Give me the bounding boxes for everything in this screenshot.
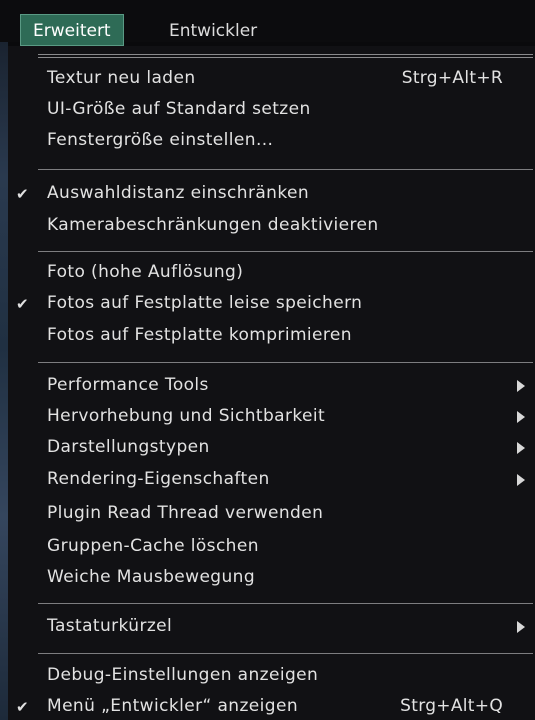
checkmark-icon: ✔ (16, 185, 29, 203)
checkmark-icon: ✔ (16, 698, 29, 716)
menu-item-label: Weiche Mausbewegung (47, 567, 256, 587)
menu-item-label: Gruppen-Cache löschen (47, 536, 259, 556)
menu-item-label: Tastaturkürzel (47, 616, 173, 636)
menu-item-fotos-leise-speichern[interactable]: ✔ Fotos auf Festplatte leise speichern (8, 288, 535, 319)
menu-item-label: Rendering-Eigenschaften (47, 469, 270, 489)
background-window-strip (0, 42, 8, 720)
menu-item-fotos-komprimieren[interactable]: Fotos auf Festplatte komprimieren (8, 320, 535, 351)
menu-item-shortcut: Strg+Alt+R (401, 68, 503, 88)
menu-item-plugin-read-thread[interactable]: Plugin Read Thread verwenden (8, 498, 535, 529)
menu-item-label: Auswahldistanz einschränken (47, 183, 310, 203)
menu-separator (38, 362, 533, 363)
submenu-arrow-icon (517, 411, 525, 423)
menu-item-foto-hohe-aufloesung[interactable]: Foto (hohe Auflösung) (8, 257, 535, 288)
menu-item-label: Fotos auf Festplatte leise speichern (47, 293, 363, 313)
menu-item-fenstergroesse[interactable]: Fenstergröße einstellen... (8, 125, 535, 156)
menu-separator (38, 169, 533, 170)
menu-item-label: Darstellungstypen (47, 437, 210, 457)
menu-item-rendering-eigenschaften[interactable]: Rendering-Eigenschaften (8, 464, 535, 495)
menu-item-label: Fenstergröße einstellen... (47, 130, 274, 150)
menu-tab-entwickler[interactable]: Entwickler (156, 14, 270, 46)
submenu-arrow-icon (517, 621, 525, 633)
submenu-arrow-icon (517, 442, 525, 454)
menu-item-label: Kamerabeschränkungen deaktivieren (47, 215, 379, 235)
menu-item-label: Hervorhebung und Sichtbarkeit (47, 406, 326, 426)
menu-top-separator (38, 54, 533, 58)
menu-item-menue-entwickler[interactable]: ✔ Menü „Entwickler“ anzeigen Strg+Alt+Q (8, 691, 535, 720)
menu-item-label: Debug-Einstellungen anzeigen (47, 665, 319, 685)
menu-item-hervorhebung[interactable]: Hervorhebung und Sichtbarkeit (8, 401, 535, 432)
submenu-arrow-icon (517, 474, 525, 486)
menu-item-label: Performance Tools (47, 375, 209, 395)
menu-item-label: Foto (hohe Auflösung) (47, 262, 244, 282)
menu-item-kamerabeschraenkungen[interactable]: Kamerabeschränkungen deaktivieren (8, 210, 535, 241)
menu-item-label: Menü „Entwickler“ anzeigen (47, 696, 298, 716)
menu-separator (38, 603, 533, 604)
menu-item-performance-tools[interactable]: Performance Tools (8, 370, 535, 401)
checkmark-icon: ✔ (16, 295, 29, 313)
menu-item-gruppen-cache[interactable]: Gruppen-Cache löschen (8, 531, 535, 562)
menu-item-tastaturkuerzel[interactable]: Tastaturkürzel (8, 611, 535, 642)
menu-item-label: Fotos auf Festplatte komprimieren (47, 325, 352, 345)
menu-item-weiche-mausbewegung[interactable]: Weiche Mausbewegung (8, 562, 535, 593)
dropdown-menu-erweitert: Textur neu laden Strg+Alt+R UI-Größe auf… (8, 46, 535, 720)
submenu-arrow-icon (517, 380, 525, 392)
menu-item-label: Textur neu laden (47, 68, 196, 88)
menu-item-darstellungstypen[interactable]: Darstellungstypen (8, 432, 535, 463)
menu-bar: Erweitert Entwickler (0, 0, 535, 46)
menu-item-label: UI-Größe auf Standard setzen (47, 99, 311, 119)
menu-tab-erweitert[interactable]: Erweitert (20, 14, 124, 46)
menu-separator (38, 251, 533, 252)
menu-item-auswahldistanz[interactable]: ✔ Auswahldistanz einschränken (8, 178, 535, 209)
menu-item-ui-groesse[interactable]: UI-Größe auf Standard setzen (8, 94, 535, 125)
menu-separator (38, 653, 533, 654)
menu-item-debug-einstellungen[interactable]: Debug-Einstellungen anzeigen (8, 660, 535, 691)
menu-item-label: Plugin Read Thread verwenden (47, 503, 324, 523)
menu-item-shortcut: Strg+Alt+Q (400, 696, 503, 716)
menu-item-textur-neu-laden[interactable]: Textur neu laden Strg+Alt+R (8, 63, 535, 94)
